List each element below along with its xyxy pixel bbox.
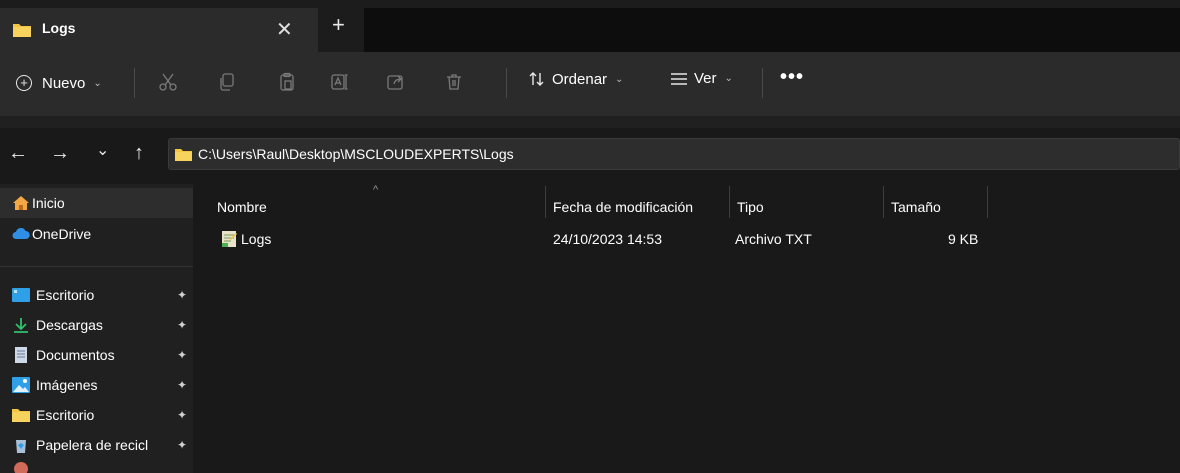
tab-logs[interactable]: Logs ✕ bbox=[0, 8, 318, 52]
sidebar-item-escritorio-folder[interactable]: Escritorio ✦ bbox=[0, 400, 193, 430]
column-header-size[interactable]: Tamaño bbox=[891, 194, 941, 220]
sidebar-item-descargas[interactable]: Descargas ✦ bbox=[0, 310, 193, 340]
text-file-icon bbox=[222, 231, 237, 247]
back-button[interactable]: ← bbox=[8, 143, 28, 163]
pin-icon: ✦ bbox=[176, 408, 187, 422]
sidebar-item-label: Escritorio bbox=[36, 287, 95, 303]
home-icon bbox=[13, 196, 29, 210]
column-header-type[interactable]: Tipo bbox=[737, 194, 764, 220]
sort-label: Ordenar bbox=[552, 70, 608, 88]
chevron-down-icon: ⌄ bbox=[93, 77, 102, 89]
folder-icon bbox=[13, 24, 31, 37]
new-tab-button[interactable]: + bbox=[332, 14, 345, 36]
column-header-label: Tamaño bbox=[891, 199, 941, 215]
address-path: C:\Users\Raul\Desktop\MSCLOUDEXPERTS\Log… bbox=[198, 146, 514, 162]
paste-button[interactable] bbox=[275, 70, 299, 94]
sidebar-item-label: Escritorio bbox=[36, 407, 95, 423]
title-bar-drag-area[interactable] bbox=[364, 8, 1180, 52]
new-button[interactable]: + Nuevo ⌄ bbox=[16, 70, 102, 96]
delete-icon bbox=[447, 74, 461, 90]
sidebar-item-papelera[interactable]: Papelera de recicl ✦ bbox=[0, 430, 193, 460]
sidebar-item-documentos[interactable]: Documentos ✦ bbox=[0, 340, 193, 370]
copy-icon bbox=[220, 73, 234, 91]
recycle-bin-icon bbox=[16, 440, 26, 453]
pin-icon: ✦ bbox=[176, 438, 187, 452]
share-button[interactable] bbox=[384, 70, 408, 94]
sort-button[interactable]: Ordenar ⌄ bbox=[528, 70, 623, 88]
address-row: ← → ⌄ ↑ C:\Users\Raul\Desktop\MSCLOUDEXP… bbox=[0, 116, 1180, 184]
up-button[interactable]: ↑ bbox=[134, 143, 144, 163]
recent-locations-button[interactable]: ⌄ bbox=[96, 141, 109, 161]
navigation-pane: Inicio OneDrive Escritorio ✦ Descargas ✦… bbox=[0, 184, 193, 473]
sidebar-item-label: Documentos bbox=[36, 347, 115, 363]
rename-icon bbox=[331, 74, 348, 90]
sidebar-item-onedrive[interactable]: OneDrive bbox=[0, 219, 193, 249]
download-icon bbox=[14, 318, 28, 333]
forward-button[interactable]: → bbox=[50, 143, 70, 163]
toolbar-divider bbox=[506, 68, 507, 98]
view-button[interactable]: Ver ⌄ bbox=[670, 70, 733, 87]
file-list: ^ Nombre Fecha de modificación Tipo Tama… bbox=[193, 184, 1180, 473]
column-header-label: Tipo bbox=[737, 199, 764, 215]
cut-button[interactable] bbox=[156, 70, 180, 94]
sidebar-item-label: Papelera de recicl bbox=[36, 437, 149, 453]
delete-button[interactable] bbox=[442, 70, 466, 94]
file-size: 9 KB bbox=[948, 231, 979, 247]
plus-circle-icon: + bbox=[16, 75, 32, 91]
pictures-icon bbox=[12, 377, 30, 393]
file-type: Archivo TXT bbox=[735, 231, 812, 247]
toolbar-divider bbox=[134, 68, 135, 98]
sidebar-item-inicio[interactable]: Inicio bbox=[0, 188, 193, 218]
new-button-label: Nuevo bbox=[42, 74, 86, 92]
column-header-label: Fecha de modificación bbox=[553, 199, 694, 215]
sidebar-item-label: Inicio bbox=[32, 195, 65, 211]
sidebar-item-escritorio[interactable]: Escritorio ✦ bbox=[0, 280, 193, 310]
column-divider[interactable] bbox=[883, 186, 884, 218]
column-header-label: Nombre bbox=[217, 199, 267, 215]
more-options-button[interactable]: ••• bbox=[780, 66, 804, 89]
close-tab-button[interactable]: ✕ bbox=[276, 17, 293, 42]
pin-icon: ✦ bbox=[176, 378, 187, 392]
table-row[interactable]: Logs 24/10/2023 14:53 Archivo TXT 9 KB bbox=[217, 226, 1017, 252]
folder-icon bbox=[12, 409, 30, 422]
column-divider[interactable] bbox=[729, 186, 730, 218]
desktop-icon bbox=[12, 288, 30, 302]
sidebar-item-label: Imágenes bbox=[36, 377, 98, 393]
document-icon bbox=[15, 347, 27, 363]
file-modified: 24/10/2023 14:53 bbox=[553, 231, 662, 247]
sidebar-item-imagenes[interactable]: Imágenes ✦ bbox=[0, 370, 193, 400]
sort-icon bbox=[529, 72, 544, 86]
pin-icon: ✦ bbox=[176, 348, 187, 362]
title-bar: Logs ✕ + bbox=[0, 0, 1180, 52]
column-divider[interactable] bbox=[545, 186, 546, 218]
cloud-icon bbox=[12, 228, 30, 239]
column-divider[interactable] bbox=[987, 186, 988, 218]
pin-icon: ✦ bbox=[176, 288, 187, 302]
chevron-down-icon: ⌄ bbox=[724, 73, 733, 84]
partial-item-icon bbox=[14, 462, 28, 473]
command-bar: + Nuevo ⌄ Ordenar ⌄ Ver ⌄ ••• bbox=[0, 52, 1180, 116]
column-header-modified[interactable]: Fecha de modificación bbox=[553, 194, 693, 220]
chevron-down-icon: ⌄ bbox=[615, 73, 624, 85]
file-name: Logs bbox=[241, 231, 272, 247]
view-icon bbox=[671, 72, 687, 85]
column-header-name[interactable]: Nombre bbox=[217, 194, 267, 220]
sort-caret-icon: ^ bbox=[373, 184, 379, 196]
toolbar-divider bbox=[762, 68, 763, 98]
sidebar-divider bbox=[0, 266, 193, 267]
pin-icon: ✦ bbox=[176, 318, 187, 332]
share-icon bbox=[387, 75, 403, 90]
tab-title: Logs bbox=[42, 20, 76, 36]
cut-icon bbox=[159, 73, 177, 91]
address-bar[interactable]: C:\Users\Raul\Desktop\MSCLOUDEXPERTS\Log… bbox=[168, 138, 1180, 170]
sidebar-item-label: OneDrive bbox=[32, 226, 92, 242]
sidebar-item-label: Descargas bbox=[36, 317, 103, 333]
paste-icon bbox=[280, 72, 294, 91]
rename-button[interactable] bbox=[328, 70, 352, 94]
sidebar-item-partial[interactable] bbox=[0, 460, 193, 473]
copy-button[interactable] bbox=[215, 70, 239, 94]
folder-icon bbox=[175, 148, 192, 161]
view-label: Ver bbox=[694, 70, 717, 87]
